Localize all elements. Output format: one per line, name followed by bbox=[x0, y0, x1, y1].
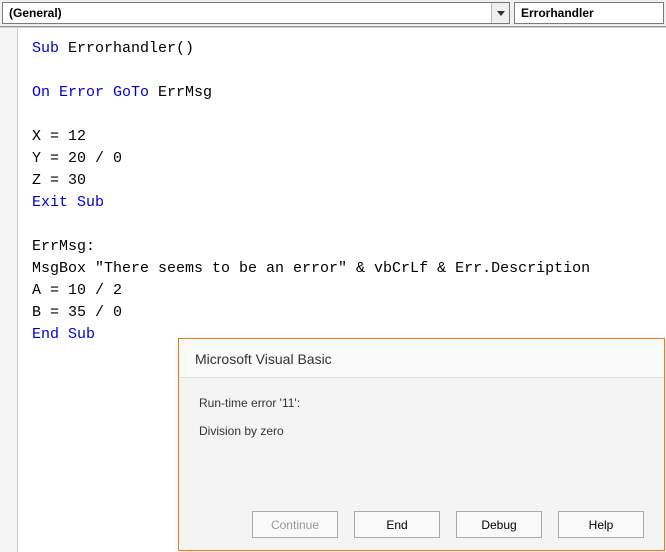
code-text: Errorhandler() bbox=[59, 40, 194, 57]
code-text: A = 10 / 2 bbox=[32, 282, 122, 299]
end-button[interactable]: End bbox=[354, 511, 440, 538]
keyword: Exit Sub bbox=[32, 194, 104, 211]
object-dropdown-text: (General) bbox=[9, 6, 491, 20]
keyword: Sub bbox=[32, 40, 59, 57]
procedure-dropdown-text: Errorhandler bbox=[521, 6, 663, 20]
keyword: On Error GoTo bbox=[32, 84, 149, 101]
keyword: End Sub bbox=[32, 326, 95, 343]
continue-button: Continue bbox=[252, 511, 338, 538]
toolbar: (General) Errorhandler bbox=[0, 0, 666, 27]
code-text: B = 35 / 0 bbox=[32, 304, 122, 321]
help-button[interactable]: Help bbox=[558, 511, 644, 538]
dialog-button-row: Continue End Debug Help bbox=[252, 511, 644, 538]
dialog-title: Microsoft Visual Basic bbox=[179, 339, 664, 378]
code-text: X = 12 bbox=[32, 128, 86, 145]
code-text: Y = 20 / 0 bbox=[32, 150, 122, 167]
object-dropdown[interactable]: (General) bbox=[2, 2, 510, 24]
dropdown-arrow-icon bbox=[491, 3, 509, 23]
debug-button[interactable]: Debug bbox=[456, 511, 542, 538]
dialog-body: Run-time error '11': Division by zero bbox=[179, 378, 664, 456]
margin-gutter bbox=[0, 28, 18, 552]
code-text: ErrMsg bbox=[149, 84, 212, 101]
error-dialog: Microsoft Visual Basic Run-time error '1… bbox=[178, 338, 665, 551]
code-text: MsgBox "There seems to be an error" & vb… bbox=[32, 260, 590, 277]
code-text: ErrMsg: bbox=[32, 238, 95, 255]
code-text: Z = 30 bbox=[32, 172, 86, 189]
procedure-dropdown[interactable]: Errorhandler bbox=[514, 2, 664, 24]
error-code-line: Run-time error '11': bbox=[199, 392, 644, 414]
error-description: Division by zero bbox=[199, 420, 644, 442]
